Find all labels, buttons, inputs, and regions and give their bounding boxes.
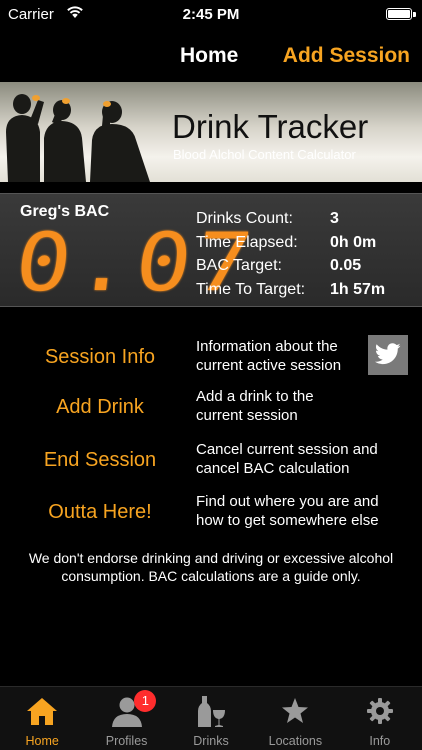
stat-value: 0.05 [330,257,362,274]
add-drink-button[interactable]: Add Drink [0,396,200,419]
header-banner: Drink Tracker Blood Alchol Content Calcu… [0,82,422,182]
action-row-end-session: End Session Cancel current session and c… [0,441,422,485]
tab-profiles[interactable]: 1 Profiles [84,687,168,750]
session-info-button[interactable]: Session Info [0,346,200,369]
stat-label: Drinks Count: [196,210,293,227]
bac-panel: Greg's BAC 0.07 Drinks Count: 3 Time Ela… [0,193,422,309]
home-icon [27,698,58,725]
stat-value: 0h 0m [330,233,377,251]
app-title: Drink Tracker [172,108,369,145]
outta-here-description: Find out where you are and how to get so… [196,493,379,529]
end-session-button[interactable]: End Session [0,449,200,472]
stat-value: 3 [330,210,339,227]
stat-value: 1h 57m [330,280,386,298]
stat-label: Time Elapsed: [196,233,298,251]
outta-here-button[interactable]: Outta Here! [0,501,200,524]
drinkers-silhouette-image [6,94,150,182]
tab-label: Info [369,734,391,748]
tab-label: Home [25,734,59,748]
stat-label: Time To Target: [196,280,306,298]
drinks-icon [197,696,225,727]
status-bar: Carrier 2:45 PM [0,0,422,30]
battery-icon [386,8,412,20]
action-row-outta-here: Outta Here! Find out where you are and h… [0,493,422,537]
disclaimer-text: We don't endorse drinking and driving or… [28,550,394,584]
page-title: Home [180,44,239,67]
stat-label: BAC Target: [196,257,282,274]
action-row-session-info: Session Info Information about the curre… [0,338,422,382]
session-info-description: Information about the current active ses… [196,338,342,374]
tab-locations[interactable]: Locations [253,687,337,750]
clock: 2:45 PM [182,6,240,23]
action-row-add-drink: Add Drink Add a drink to the current ses… [0,388,422,432]
twitter-icon [375,343,401,365]
tab-label: Drinks [193,734,229,748]
tab-label: Profiles [105,734,148,748]
star-icon [282,698,309,723]
battery-tip [413,12,416,17]
add-drink-description: Add a drink to the current session [196,388,314,424]
end-session-description: Cancel current session and cancel BAC ca… [196,441,378,477]
tab-info[interactable]: Info [338,687,422,750]
app-subtitle: Blood Alchol Content Calculator [173,147,356,162]
twitter-button[interactable] [368,335,408,375]
notification-badge: 1 [134,690,157,712]
add-session-button[interactable]: Add Session [283,44,410,68]
gear-icon [366,698,393,724]
tab-bar: Home 1 Profiles Drinks Locations Info [0,686,422,750]
tab-drinks[interactable]: Drinks [169,687,253,750]
tab-label: Locations [268,734,323,748]
tab-home[interactable]: Home [0,687,84,750]
